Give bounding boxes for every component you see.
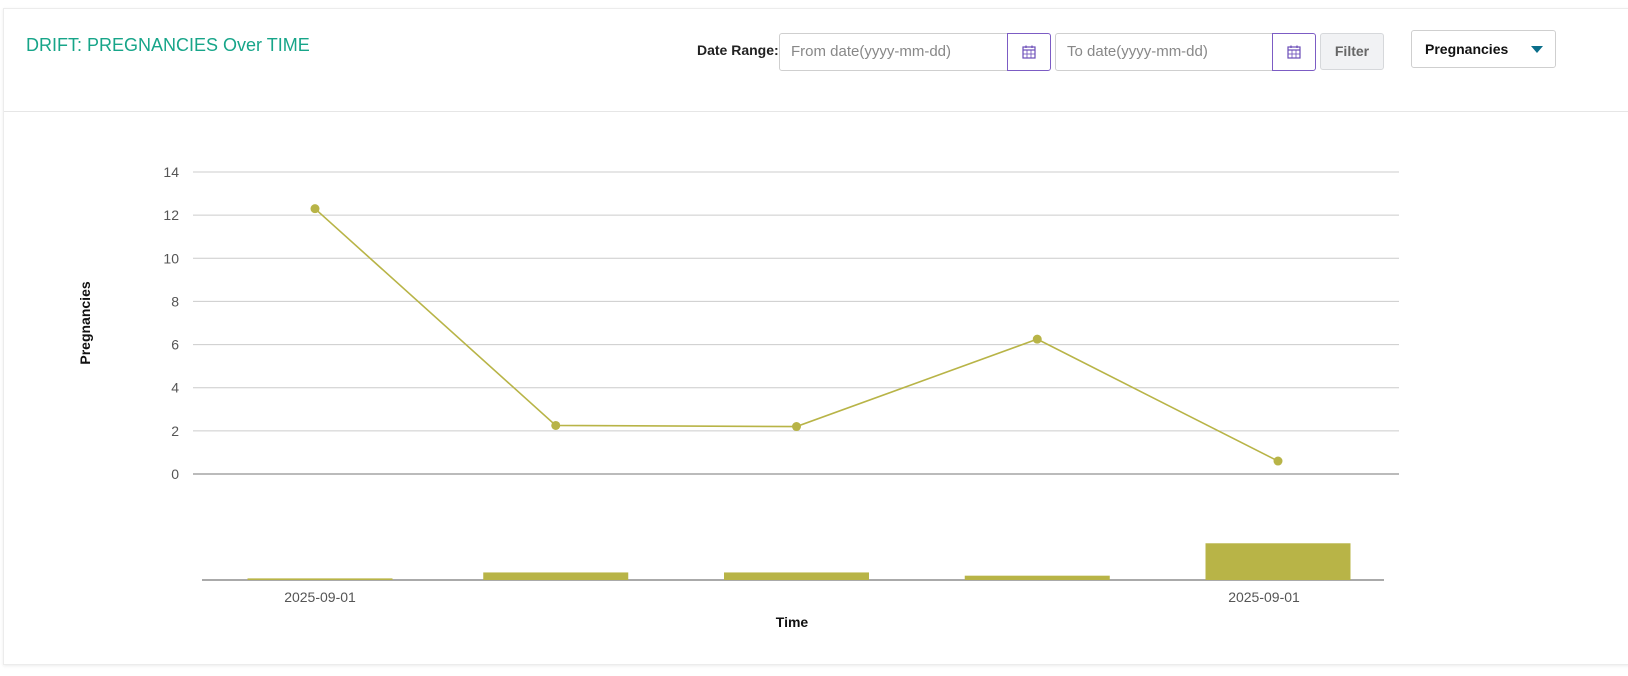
filter-button[interactable]: Filter (1320, 33, 1384, 70)
data-point[interactable] (310, 204, 320, 214)
y-tick-label: 2 (171, 423, 179, 439)
data-point[interactable] (1273, 456, 1283, 466)
x-tick-label: 2025-09-01 (1228, 589, 1300, 605)
calendar-icon (1022, 45, 1036, 59)
x-axis-label: Time (776, 614, 809, 630)
feature-select-value: Pregnancies (1425, 41, 1509, 57)
to-date-input[interactable]: To date(yyyy-mm-dd) (1055, 33, 1273, 71)
y-tick-label: 14 (163, 164, 179, 180)
feature-select[interactable]: Pregnancies (1411, 30, 1556, 68)
chart-title: DRIFT: PREGNANCIES Over TIME (26, 35, 310, 55)
date-range-label: Date Range: (697, 42, 779, 58)
data-point[interactable] (551, 420, 561, 430)
from-date-input[interactable]: From date(yyyy-mm-dd) (779, 33, 1008, 71)
brush-bar[interactable] (724, 572, 869, 580)
y-tick-label: 8 (171, 293, 179, 309)
brush-bar[interactable] (483, 572, 629, 580)
drift-card: DRIFT: PREGNANCIES Over TIME Date Range:… (3, 8, 1628, 665)
y-tick-label: 0 (171, 466, 179, 482)
card-header: DRIFT: PREGNANCIES Over TIME Date Range:… (4, 9, 1628, 112)
data-point[interactable] (1032, 334, 1042, 344)
to-date-calendar-button[interactable] (1272, 33, 1316, 71)
x-tick-label: 2025-09-01 (284, 589, 356, 605)
brush-bar[interactable] (1205, 543, 1351, 580)
data-point[interactable] (792, 422, 801, 432)
y-tick-label: 10 (163, 250, 179, 266)
y-axis-label: Pregnancies (77, 281, 93, 364)
y-tick-label: 6 (171, 337, 179, 353)
drift-chart: 0 2 4 6 8 10 12 14 Pregnancies 2025-09-01 2025-09-… (77, 164, 1399, 630)
y-tick-label: 12 (163, 207, 179, 223)
chevron-down-icon (1531, 46, 1543, 53)
calendar-icon (1287, 45, 1301, 59)
brush-bar[interactable] (964, 575, 1110, 580)
y-tick-label: 4 (171, 380, 179, 396)
from-date-calendar-button[interactable] (1007, 33, 1051, 71)
brush-bar[interactable] (247, 578, 393, 580)
